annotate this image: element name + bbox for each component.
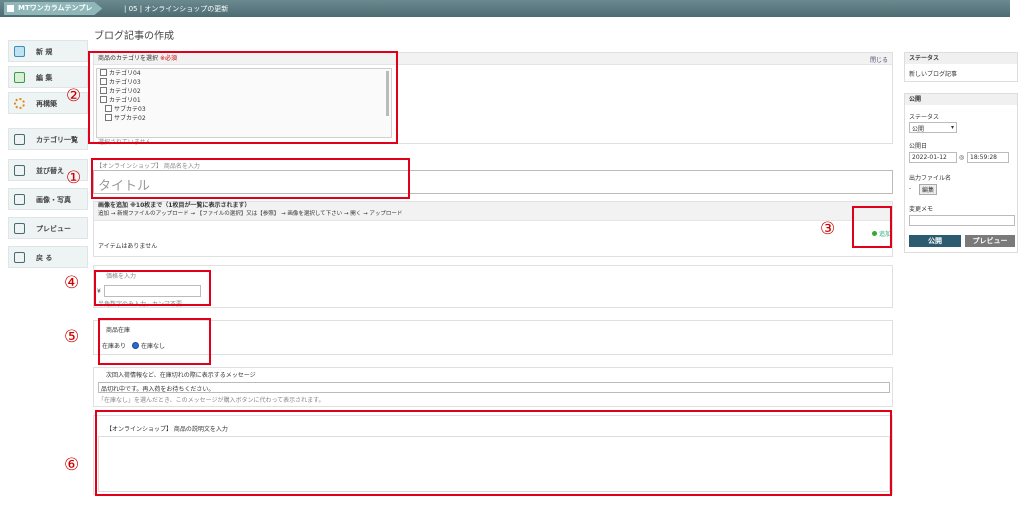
memo-label: 変更メモ — [909, 206, 934, 213]
site-breadcrumb[interactable]: MTワンカラムテンプレ — [4, 2, 103, 15]
status-header: ステータス — [905, 53, 1017, 64]
chevron-down-icon: ▾ — [950, 124, 954, 131]
message-value: 品切れ中です。再入荷をお待ちください。 — [101, 386, 215, 393]
annotation-number-1: ① — [66, 168, 82, 188]
sidebar-item-images[interactable]: 画像・写真 — [8, 188, 88, 210]
file-name-value: - — [909, 185, 912, 192]
status-panel: ステータス 新しいブログ記事 — [904, 52, 1018, 82]
status-text: 新しいブログ記事 — [909, 71, 958, 78]
annotation-box-6 — [95, 410, 892, 496]
blog-title: | 05 | オンラインショップの更新 — [124, 5, 229, 13]
annotation-box-3 — [852, 206, 892, 248]
sidebar-item-category-list[interactable]: カテゴリ一覧 — [8, 128, 88, 150]
annotation-box-4 — [94, 270, 211, 306]
sidebar-item-preview[interactable]: プレビュー — [8, 217, 88, 239]
top-bar: MTワンカラムテンプレ | 05 | オンラインショップの更新 — [0, 0, 1010, 17]
publish-date-input[interactable]: 2022-01-12 — [909, 152, 957, 163]
publish-time-input[interactable]: 18:59:28 — [967, 152, 1009, 163]
camera-icon — [14, 194, 25, 205]
list-icon — [14, 134, 25, 145]
sidebar-item-label: 画像・写真 — [36, 196, 71, 204]
publish-time-value: 18:59:28 — [970, 154, 997, 161]
message-label: 次回入荷情報など、在庫切れの際に表示するメッセージ — [106, 372, 256, 379]
sidebar-item-edit[interactable]: 編 集 — [8, 66, 88, 88]
sidebar-item-label: 戻 る — [36, 254, 53, 262]
publish-button[interactable]: 公開 — [909, 235, 961, 247]
site-logo-icon — [7, 5, 14, 12]
annotation-box-1 — [91, 158, 410, 199]
book-icon — [14, 46, 25, 57]
message-note: 「在庫なし」を選んだとき、このメッセージが購入ボタンに代わって表示されます。 — [98, 397, 325, 404]
preview-button[interactable]: プレビュー — [965, 235, 1015, 247]
price-panel: 価格を入力 ¥ 半角数字のみ入力。カンマ不要 — [93, 265, 893, 308]
annotation-number-5: ⑤ — [64, 327, 80, 347]
sidebar-item-label: 編 集 — [36, 74, 53, 82]
publish-header: 公開 — [905, 94, 1017, 105]
publish-status-value: 公開 — [912, 126, 925, 133]
back-icon — [14, 252, 25, 263]
sidebar-item-back[interactable]: 戻 る — [8, 246, 88, 268]
publish-date-value: 2022-01-12 — [912, 154, 947, 161]
image-empty-text: アイテムはありません — [98, 243, 158, 250]
site-name: MTワンカラムテンプレ — [18, 4, 93, 12]
message-panel: 次回入荷情報など、在庫切れの際に表示するメッセージ 品切れ中です。再入荷をお待ち… — [93, 367, 893, 407]
file-edit-button[interactable]: 編集 — [919, 184, 938, 195]
publish-panel: 公開 ステータス 公開 ▾ 公開日 2022-01-12 ◎ 18:59:28 … — [904, 93, 1018, 253]
edit-icon — [14, 72, 25, 83]
close-link[interactable]: 閉じる — [870, 55, 888, 64]
clock-icon: ◎ — [959, 154, 965, 161]
sidebar-item-label: 並び替え — [36, 167, 64, 175]
publish-status-select[interactable]: 公開 ▾ — [909, 122, 957, 133]
annotation-number-3: ③ — [820, 219, 836, 239]
image-header-text: 画像を追加 ※10枚まで（1枚目が一覧に表示されます） — [98, 202, 251, 209]
page-title: ブログ記事の作成 — [94, 31, 174, 42]
annotation-number-6: ⑥ — [64, 455, 80, 475]
annotation-number-2: ② — [66, 86, 82, 106]
sidebar-item-label: プレビュー — [36, 225, 71, 233]
annotation-box-2 — [88, 51, 398, 144]
image-header: 画像を追加 ※10枚まで（1枚目が一覧に表示されます） 追加 → 新規ファイルの… — [94, 202, 892, 221]
memo-input[interactable] — [909, 215, 1015, 226]
message-input[interactable]: 品切れ中です。再入荷をお待ちください。 — [98, 382, 890, 393]
publish-date-label: 公開日 — [909, 143, 928, 150]
sidebar-item-label: 再構築 — [36, 100, 57, 108]
sort-icon — [14, 165, 25, 176]
sidebar-item-new[interactable]: 新 規 — [8, 40, 88, 62]
annotation-box-5 — [98, 318, 211, 365]
file-name-label: 出力ファイル名 — [909, 175, 952, 182]
image-help-text: 追加 → 新規ファイルのアップロード → 【ファイルの選択】又は【参照】 → 画… — [98, 211, 403, 217]
annotation-number-4: ④ — [64, 273, 80, 293]
publish-status-label: ステータス — [909, 114, 940, 121]
stock-panel: 商品在庫 在庫あり 在庫なし — [93, 320, 893, 355]
rebuild-icon — [14, 98, 25, 109]
sidebar-item-label: 新 規 — [36, 48, 53, 56]
image-panel: 画像を追加 ※10枚まで（1枚目が一覧に表示されます） 追加 → 新規ファイルの… — [93, 201, 893, 257]
monitor-icon — [14, 223, 25, 234]
sidebar-item-label: カテゴリ一覧 — [36, 136, 78, 144]
